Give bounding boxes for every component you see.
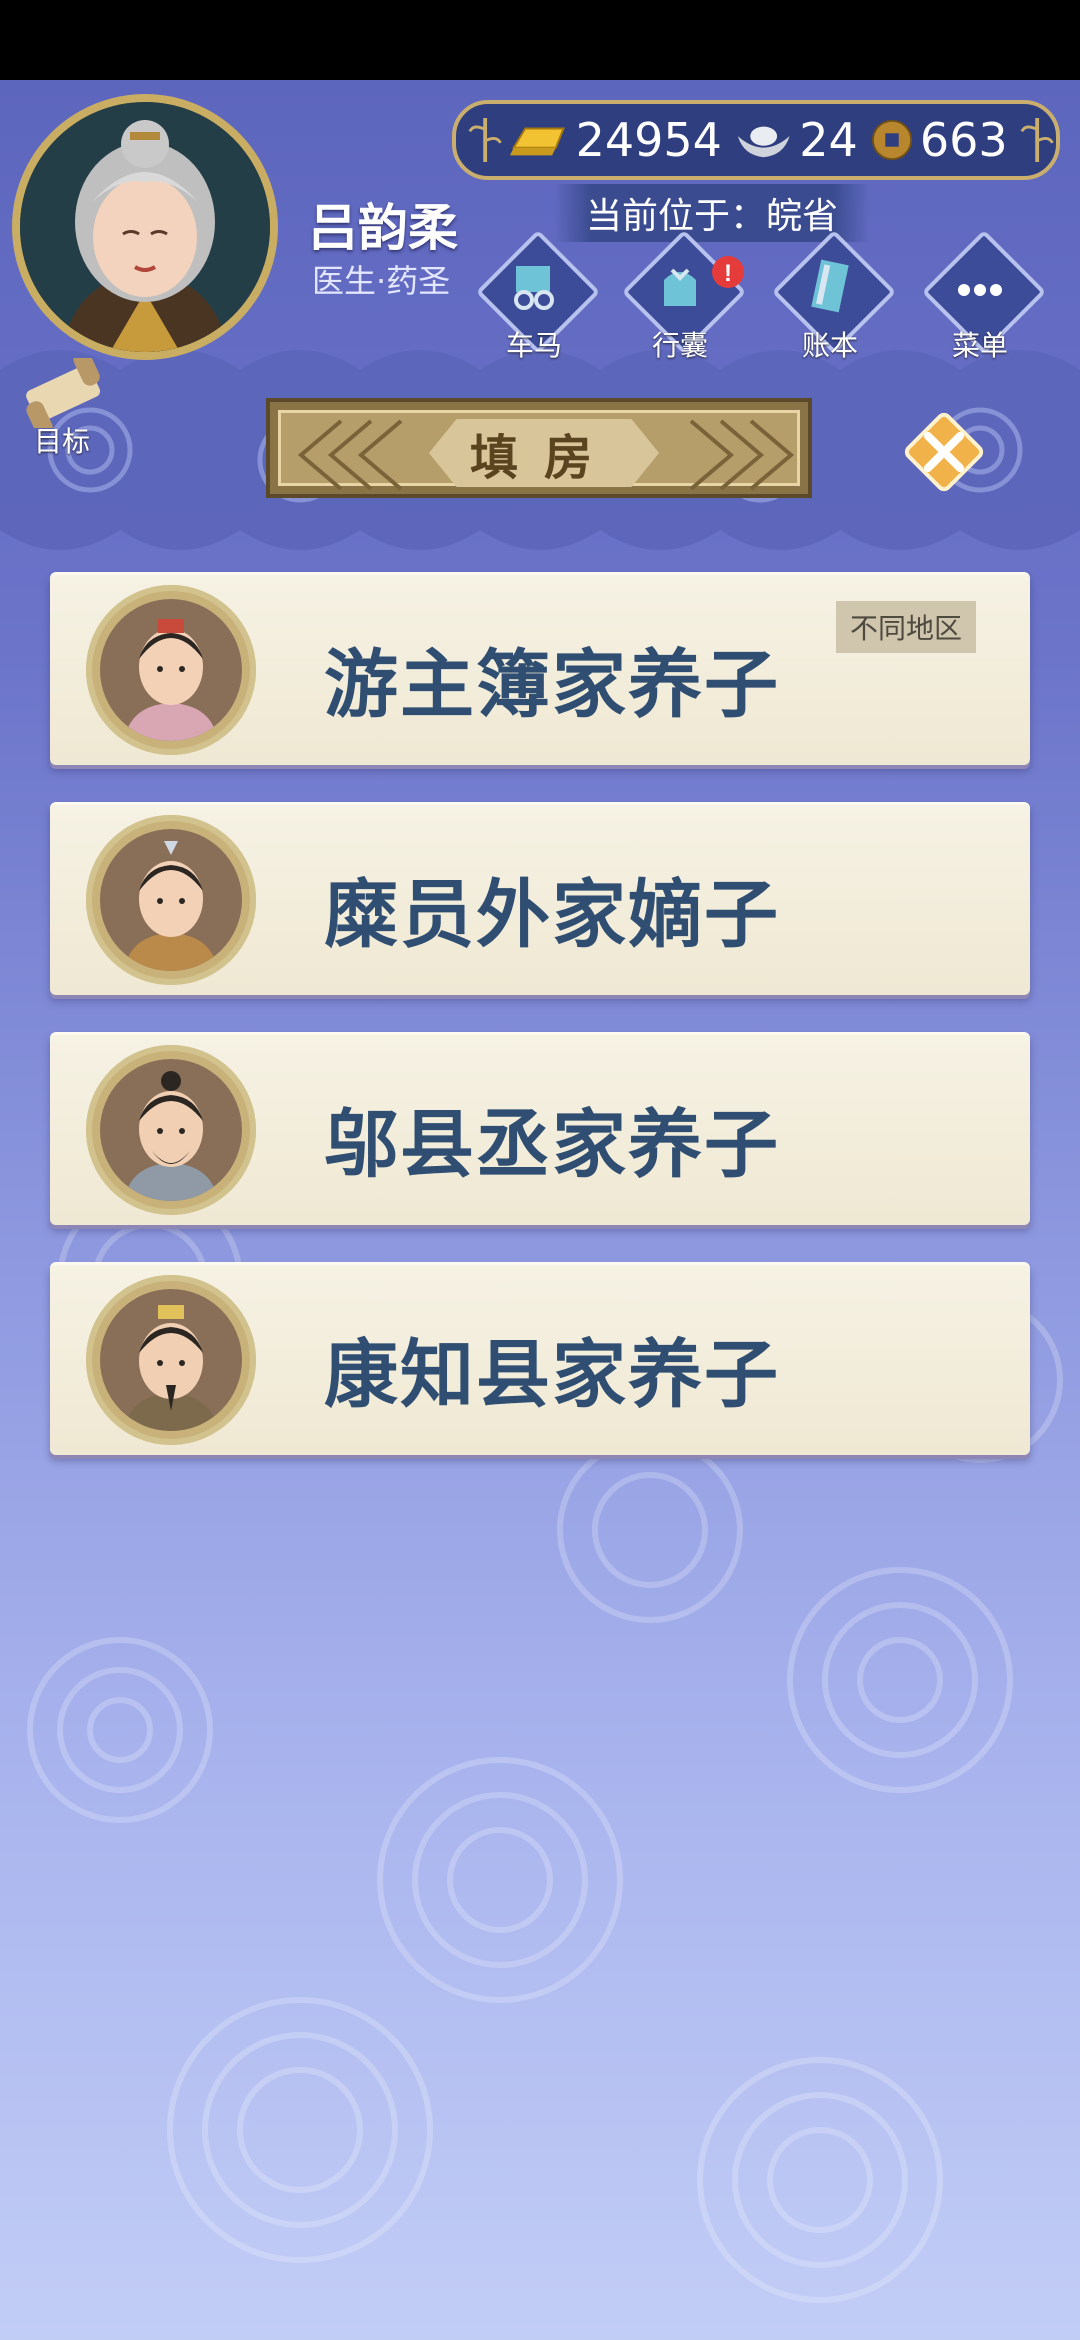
candidate-name: 糜员外家嫡子 [324, 872, 780, 958]
copper-coin-icon [871, 119, 912, 161]
nav-ledger-button[interactable]: 账本 [770, 229, 897, 362]
candidate-avatar [86, 815, 256, 985]
goal-button[interactable]: 目标 [14, 350, 114, 458]
player-avatar[interactable] [12, 94, 278, 360]
goal-label: 目标 [34, 425, 91, 458]
copper-amount: 663 [919, 113, 1008, 167]
silver-amount: 24 [799, 113, 858, 167]
bamboo-icon [1020, 117, 1054, 163]
player-name: 吕韵柔 [308, 199, 458, 257]
menu-dots-icon [958, 284, 1002, 296]
candidate-card[interactable]: 康知县家养子 [50, 1262, 1030, 1455]
bearded-man-portrait-icon [124, 1071, 218, 1201]
nav-menu-label: 菜单 [951, 329, 1008, 362]
page-title: 填房 [469, 430, 618, 486]
young-noble-portrait-icon [124, 841, 218, 971]
candidate-card[interactable]: 糜员外家嫡子 [50, 802, 1030, 995]
svg-text:!: ! [724, 260, 732, 287]
candidate-name: 邬县丞家养子 [324, 1102, 780, 1188]
ledger-icon [811, 259, 849, 313]
player-portrait-icon [20, 102, 270, 352]
nav-bag-label: 行囊 [651, 329, 708, 362]
candidate-avatar [86, 1045, 256, 1215]
candidate-name: 游主簿家养子 [324, 642, 780, 728]
carriage-icon [514, 266, 554, 310]
nav-menu-button[interactable]: 菜单 [920, 229, 1047, 362]
region-badge: 不同地区 [836, 601, 977, 653]
nav-ledger-label: 账本 [801, 329, 858, 362]
currency-bar: 24954 24 663 [452, 100, 1060, 180]
bamboo-icon [468, 117, 502, 163]
candidate-name: 康知县家养子 [324, 1332, 780, 1418]
nav-bag-button[interactable]: ! 行囊 [620, 229, 747, 362]
official-man-portrait-icon [124, 1305, 218, 1431]
page-title-banner: 填房 [266, 398, 812, 498]
player-title: 医生·药圣 [312, 262, 451, 300]
alert-badge-icon: ! [712, 256, 744, 288]
nav-carriage-label: 车马 [505, 329, 562, 362]
bag-icon [664, 268, 696, 306]
close-icon [904, 412, 984, 492]
scroll-icon [26, 350, 101, 437]
gold-bar-icon [510, 127, 566, 156]
candidate-card[interactable]: 游主簿家养子 不同地区 [50, 572, 1030, 765]
candidate-card[interactable]: 邬县丞家养子 [50, 1032, 1030, 1225]
location-label: 当前位于：皖省 [554, 184, 870, 242]
close-button[interactable] [896, 404, 992, 500]
candidate-avatar [86, 585, 256, 755]
young-man-portrait-icon [124, 619, 218, 741]
silver-ingot-icon [737, 126, 790, 158]
status-bar [0, 0, 1080, 80]
gold-amount: 24954 [575, 113, 722, 167]
nav-carriage-button[interactable]: 车马 [474, 229, 601, 362]
candidate-avatar [86, 1275, 256, 1445]
